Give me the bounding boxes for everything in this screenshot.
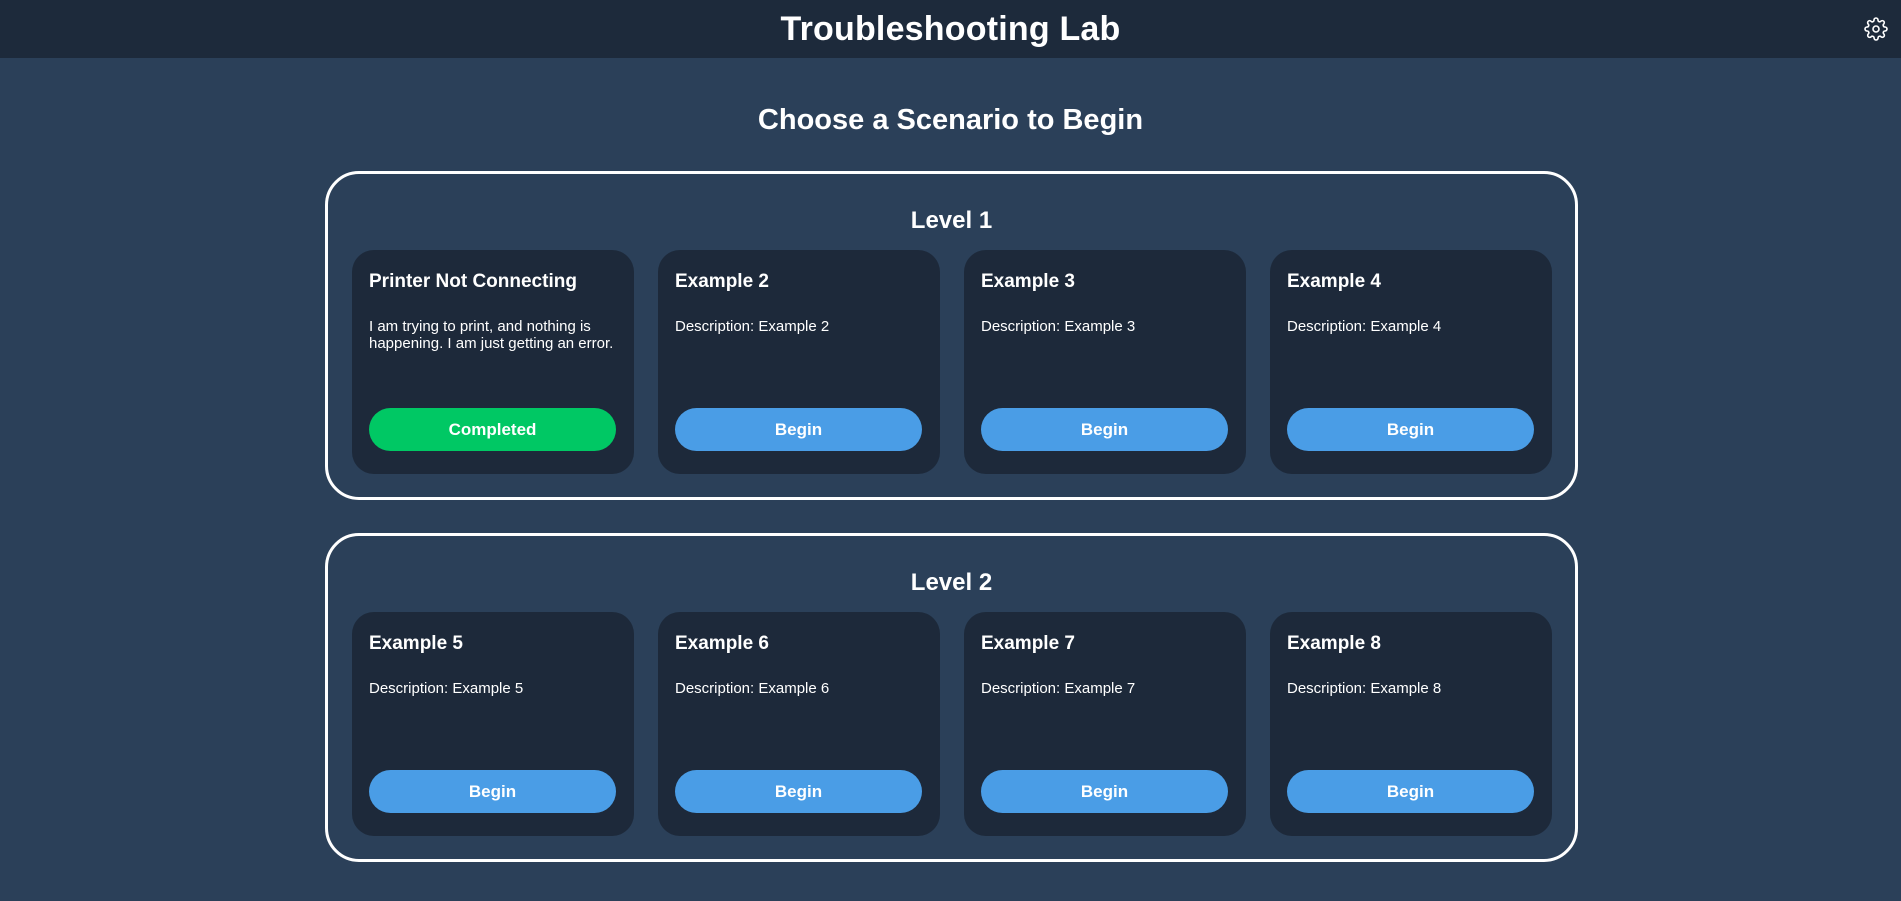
level-title: Level 2: [910, 569, 993, 596]
completed-button[interactable]: Completed: [369, 408, 616, 451]
scenario-title: Example 7: [981, 633, 1075, 654]
app-title: Troubleshooting Lab: [780, 9, 1121, 48]
scenario-title: Example 2: [675, 271, 769, 292]
gear-icon: [1864, 17, 1888, 41]
scenario-card: Example 4 Description: Example 4 Begin: [1270, 250, 1552, 474]
begin-button[interactable]: Begin: [675, 408, 922, 451]
scenario-card: Example 7 Description: Example 7 Begin: [964, 612, 1246, 836]
scenario-title: Printer Not Connecting: [369, 271, 577, 292]
scenario-title: Example 3: [981, 271, 1075, 292]
level-2-section: Level 2 Example 5 Description: Example 5…: [325, 533, 1578, 862]
page-heading: Choose a Scenario to Begin: [757, 104, 1144, 136]
scenario-description: Description: Example 2: [675, 318, 830, 335]
scenario-description: Description: Example 7: [981, 680, 1136, 697]
scenario-description: Description: Example 6: [675, 680, 830, 697]
scenario-card: Example 3 Description: Example 3 Begin: [964, 250, 1246, 474]
top-bar: Troubleshooting Lab: [0, 0, 1901, 58]
scenario-description: Description: Example 3: [981, 318, 1136, 335]
scenario-title: Example 4: [1287, 271, 1381, 292]
scenario-cards: Example 5 Description: Example 5 Begin E…: [352, 612, 1552, 836]
scenario-title: Example 6: [675, 633, 769, 654]
scenario-card: Example 2 Description: Example 2 Begin: [658, 250, 940, 474]
begin-button[interactable]: Begin: [1287, 770, 1534, 813]
scenario-card: Example 5 Description: Example 5 Begin: [352, 612, 634, 836]
begin-button[interactable]: Begin: [981, 770, 1228, 813]
level-title: Level 1: [910, 207, 993, 234]
scenario-description: Description: Example 5: [369, 680, 524, 697]
scenario-title: Example 5: [369, 633, 463, 654]
scenario-cards: Printer Not Connecting I am trying to pr…: [352, 250, 1552, 474]
begin-button[interactable]: Begin: [369, 770, 616, 813]
begin-button[interactable]: Begin: [675, 770, 922, 813]
scenario-title: Example 8: [1287, 633, 1381, 654]
scenario-description: Description: Example 8: [1287, 680, 1442, 697]
scenario-description: I am trying to print, and nothing is hap…: [369, 318, 614, 352]
scenario-card: Example 8 Description: Example 8 Begin: [1270, 612, 1552, 836]
begin-button[interactable]: Begin: [1287, 408, 1534, 451]
level-1-section: Level 1 Printer Not Connecting I am tryi…: [325, 171, 1578, 500]
settings-button[interactable]: [1861, 14, 1891, 44]
begin-button[interactable]: Begin: [981, 408, 1228, 451]
scenario-card: Printer Not Connecting I am trying to pr…: [352, 250, 634, 474]
scenario-description: Description: Example 4: [1287, 318, 1442, 335]
scenario-card: Example 6 Description: Example 6 Begin: [658, 612, 940, 836]
